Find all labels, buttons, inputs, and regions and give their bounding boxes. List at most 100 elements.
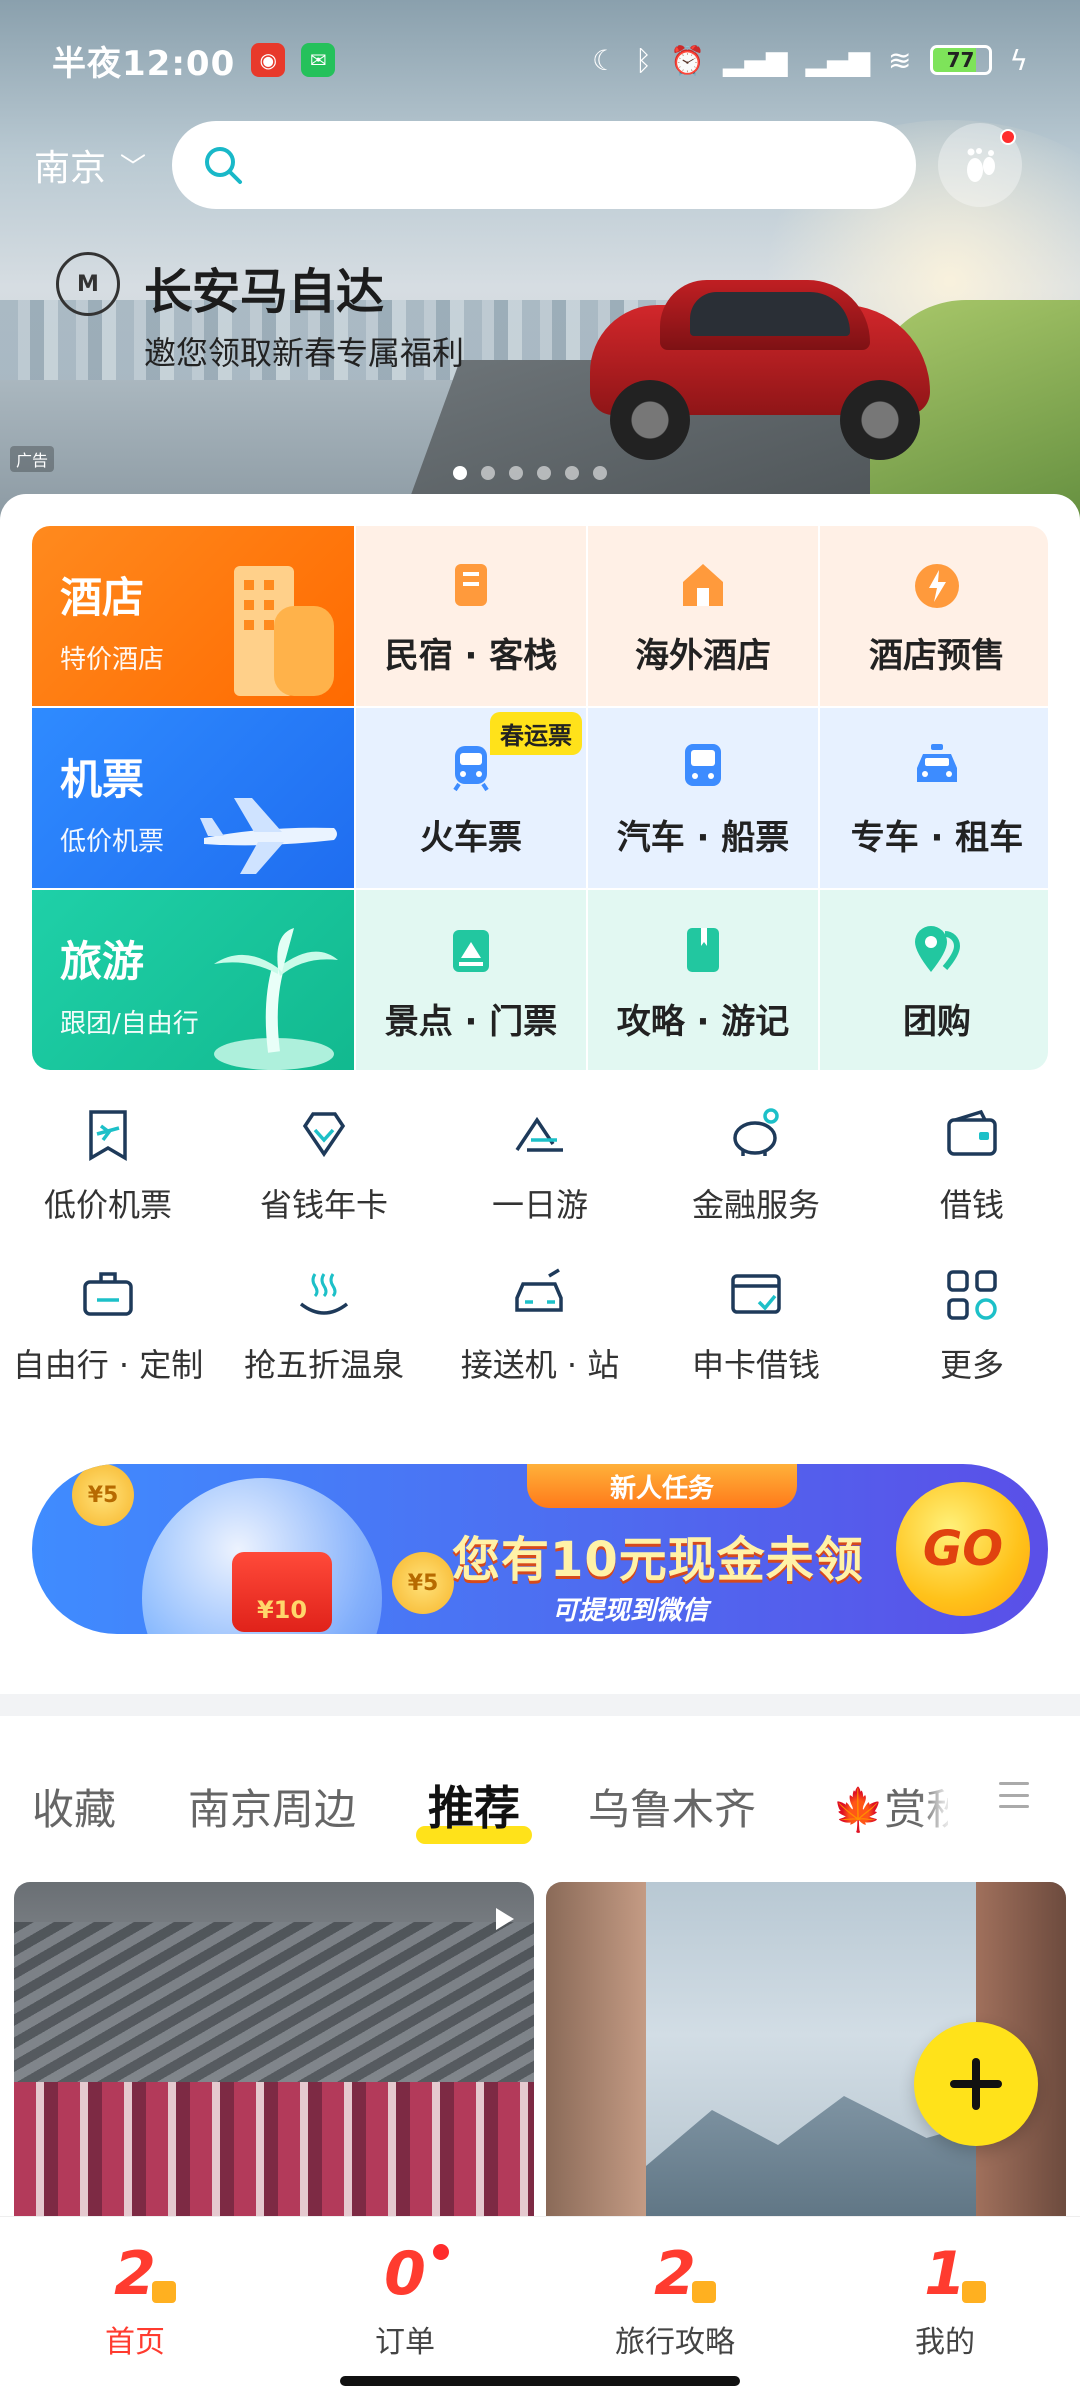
coin-icon: ¥5 <box>392 1552 454 1614</box>
notification-dot <box>430 2241 452 2263</box>
nav-travel-guide[interactable]: 2 旅行攻略 <box>540 2217 810 2400</box>
quick-cheap-flight[interactable]: 低价机票 <box>0 1104 216 1226</box>
quick-row-1: 低价机票 省钱年卡 一日游 金融服务 借钱 <box>0 1104 1080 1226</box>
ad-brand: M 长安马自达 邀您领取新春专属福利 <box>56 252 464 374</box>
grid-cell-train[interactable]: 春运票 火车票 <box>356 708 586 888</box>
footprint-button[interactable] <box>938 123 1023 207</box>
ad-slogan: 邀您领取新春专属福利 <box>144 334 465 372</box>
promo-subtitle: 可提现到微信 <box>552 1596 709 1626</box>
quick-label: 借钱 <box>939 1186 1004 1224</box>
grid-cell-guides[interactable]: 攻略 · 游记 <box>588 890 818 1070</box>
feed-tabs: 收藏 南京周边 推荐 乌鲁木齐 🍁赏秋 <box>0 1716 1080 1876</box>
quick-day-trip[interactable]: 一日游 <box>432 1104 648 1226</box>
grid-cell-label: 酒店预售 <box>869 635 1005 676</box>
piggy-bank-icon <box>733 1108 779 1156</box>
tab-menu-button[interactable] <box>948 1730 1080 1860</box>
carousel-dot[interactable] <box>509 466 523 480</box>
home-indicator <box>340 2376 740 2386</box>
nav-label: 旅行攻略 <box>615 2325 735 2360</box>
quick-hot-spring[interactable]: 抢五折温泉 <box>216 1264 432 1386</box>
nav-label: 我的 <box>915 2325 975 2360</box>
feed-card[interactable] <box>14 1882 534 2222</box>
spring-festival-badge: 春运票 <box>490 712 582 755</box>
alarm-icon: ⏰ <box>669 43 705 77</box>
profile-icon: 1 <box>924 2239 986 2309</box>
hotel-building-icon <box>234 566 334 696</box>
chevron-down-icon: ﹀ <box>120 152 147 183</box>
quick-row-2: 自由行 · 定制 抢五折温泉 接送机 · 站 申卡借钱 更多 <box>0 1264 1080 1386</box>
service-grid: 酒店 特价酒店 民宿 · 客栈 海外酒店 酒店预售 机票 低价机票 春运票 火车… <box>32 526 1048 1070</box>
tab-recommended[interactable]: 推荐 <box>416 1772 532 1844</box>
carousel-dots[interactable] <box>453 466 607 480</box>
ad-tag: 广告 <box>10 446 55 472</box>
quick-label: 接送机 · 站 <box>460 1346 620 1384</box>
quick-finance[interactable]: 金融服务 <box>648 1104 864 1226</box>
battery-icon: 77 <box>929 45 992 75</box>
travel-entry[interactable]: 旅游 跟团/自由行 <box>32 890 354 1070</box>
hotel-entry[interactable]: 酒店 特价酒店 <box>32 526 354 706</box>
grid-cell-group-buy[interactable]: 团购 <box>820 890 1048 1070</box>
nav-home[interactable]: 2 首页 <box>0 2217 270 2400</box>
bottom-nav: 2 首页 0 订单 2 旅行攻略 1 我的 <box>0 2216 1080 2400</box>
grid-cell-overseas-hotel[interactable]: 海外酒店 <box>588 526 818 706</box>
signal-icon: ▂▄▆ <box>722 43 788 77</box>
carousel-dot[interactable] <box>537 466 551 480</box>
promo-ribbon: 新人任务 <box>527 1464 797 1508</box>
nav-profile[interactable]: 1 我的 <box>810 2217 1080 2400</box>
search-icon <box>205 147 243 184</box>
mazda-logo-icon: M <box>56 252 120 316</box>
section-divider <box>0 1700 1080 1716</box>
quick-label: 自由行 · 定制 <box>12 1346 204 1384</box>
content-feed <box>0 1876 1080 2222</box>
quick-label: 更多 <box>939 1346 1004 1384</box>
quick-label: 低价机票 <box>43 1186 172 1224</box>
grid-more-icon <box>947 1270 997 1320</box>
status-time: 半夜12:00 <box>52 43 236 84</box>
carousel-dot[interactable] <box>565 466 579 480</box>
new-user-promo-banner[interactable]: ¥10 ¥5 ¥5 新人任务 您有10元现金未领 可提现到微信 GO <box>32 1464 1048 1634</box>
city-name: 南京 <box>34 148 107 189</box>
quick-more[interactable]: 更多 <box>864 1264 1080 1386</box>
flight-entry[interactable]: 机票 低价机票 <box>32 708 354 888</box>
city-selector[interactable]: 南京 ﹀ <box>34 139 146 191</box>
car-wheel <box>840 380 920 460</box>
search-box[interactable] <box>172 121 917 209</box>
window-frame <box>546 1882 646 2222</box>
tab-urumqi[interactable]: 乌鲁木齐 <box>588 1776 756 1837</box>
quick-credit-card[interactable]: 申卡借钱 <box>648 1264 864 1386</box>
nav-label: 首页 <box>105 2325 165 2360</box>
grid-cell-bus-ship[interactable]: 汽车 · 船票 <box>588 708 818 888</box>
diamond-icon <box>302 1112 346 1158</box>
grid-cell-car-rental[interactable]: 专车 · 租车 <box>820 708 1048 888</box>
quick-annual-card[interactable]: 省钱年卡 <box>216 1104 432 1226</box>
search-input[interactable] <box>260 146 861 184</box>
coin-icon: ¥5 <box>72 1464 134 1526</box>
status-bar: 半夜12:00 ◉ ✉ ☾ ᛒ ⏰ ▂▄▆ ▂▄▆ ≋ 77 ϟ <box>0 0 1080 120</box>
grid-cell-label: 民宿 · 客栈 <box>384 635 558 676</box>
grid-cell-label: 专车 · 租车 <box>850 817 1024 858</box>
carousel-dot[interactable] <box>593 466 607 480</box>
nav-orders[interactable]: 0 订单 <box>270 2217 540 2400</box>
grid-cell-attraction-tickets[interactable]: 景点 · 门票 <box>356 890 586 1070</box>
post-button[interactable] <box>914 2022 1038 2146</box>
go-button[interactable]: GO <box>896 1482 1030 1616</box>
hot-spring-icon <box>299 1273 349 1315</box>
orders-icon: 0 <box>384 2239 426 2309</box>
guide-icon <box>687 927 719 972</box>
quick-label: 申卡借钱 <box>691 1346 820 1384</box>
carousel-dot[interactable] <box>453 466 467 480</box>
moon-icon: ☾ <box>592 43 618 77</box>
carousel-dot[interactable] <box>481 466 495 480</box>
quick-borrow[interactable]: 借钱 <box>864 1104 1080 1226</box>
quick-airport-transfer[interactable]: 接送机 · 站 <box>432 1264 648 1386</box>
ticket-icon <box>453 929 489 972</box>
grid-cell-hotel-presale[interactable]: 酒店预售 <box>820 526 1048 706</box>
tab-nanjing-nearby[interactable]: 南京周边 <box>188 1776 356 1837</box>
car-wheel <box>610 380 690 460</box>
main-card: 酒店 特价酒店 民宿 · 客栈 海外酒店 酒店预售 机票 低价机票 春运票 火车… <box>0 494 1080 1694</box>
grid-cell-homestay[interactable]: 民宿 · 客栈 <box>356 526 586 706</box>
tab-favorites[interactable]: 收藏 <box>32 1776 116 1837</box>
netease-music-icon: ◉ <box>251 43 286 77</box>
bus-icon <box>685 743 721 786</box>
quick-custom-travel[interactable]: 自由行 · 定制 <box>0 1264 216 1386</box>
